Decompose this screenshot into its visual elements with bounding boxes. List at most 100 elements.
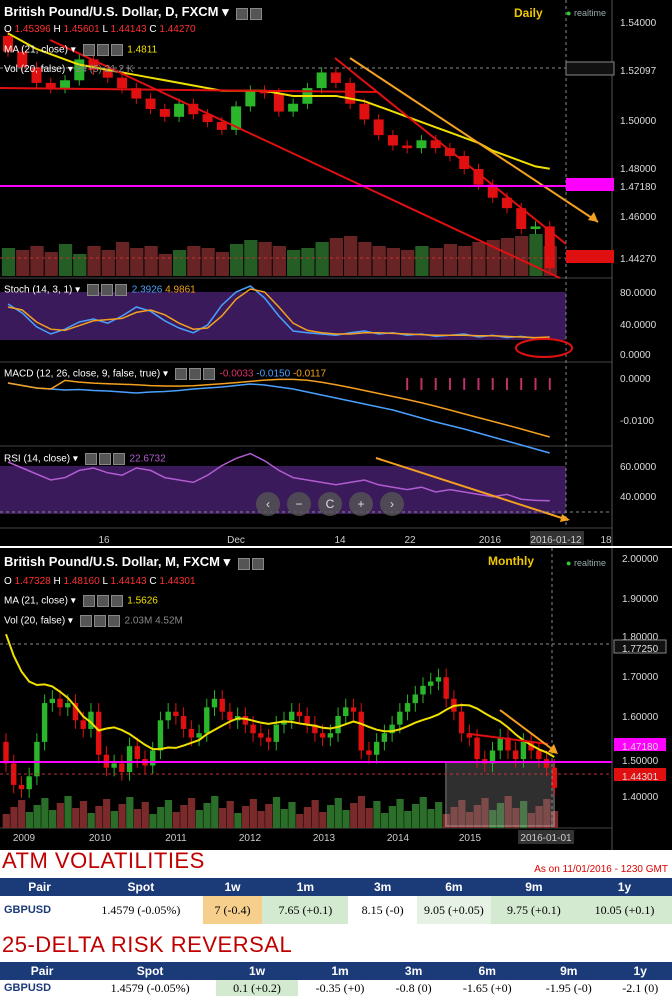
candle-body (119, 763, 125, 772)
stoch-legend[interactable]: Stoch (14, 3, 1) ▾ 2.3926 4.9861 (4, 284, 196, 296)
candle-body (530, 226, 541, 230)
volume-bar (144, 246, 158, 276)
candle-body (227, 711, 233, 721)
candle-body (520, 741, 527, 760)
volume-bar (372, 246, 386, 276)
volume-bar (56, 803, 64, 828)
volume-bar (126, 797, 134, 828)
volume-bar (118, 804, 126, 828)
volume-bar (149, 814, 157, 828)
volume-bar (2, 814, 10, 828)
vol-1y-cell: 10.05 (+0.1) (576, 896, 672, 924)
candle-body (387, 135, 398, 146)
volume-bar (429, 248, 443, 276)
candle-body (543, 759, 550, 768)
volume-bar (64, 796, 72, 828)
zoom-control-icon: › (390, 497, 394, 511)
candle-body (358, 711, 364, 751)
table-header-row: Pair Spot 1w 1m 3m 6m 9m 1y (0, 878, 672, 896)
price-tag-last (566, 250, 614, 263)
candle-body (41, 703, 48, 742)
x-axis-label: Dec (227, 535, 245, 546)
candle-body (65, 703, 71, 708)
volume-bar (344, 236, 358, 276)
candle-body (345, 82, 356, 104)
x-axis-label: 16 (98, 535, 110, 546)
price-axis-label: 1.77250 (622, 644, 659, 655)
price-axis-label: 1.50000 (622, 756, 659, 767)
candle-body (250, 724, 256, 734)
col-header: 9m (529, 962, 609, 980)
volume-bar (187, 798, 196, 828)
daily-vol-legend[interactable]: Vol (20, false) ▾ 24 (5) 21.2 K (4, 64, 134, 75)
x-axis-label: 2011 (165, 833, 187, 844)
col-header: 6m (445, 962, 530, 980)
candle-body (458, 711, 465, 734)
volume-bar (315, 242, 329, 276)
volume-bar (401, 250, 415, 276)
col-header: 3m (348, 878, 417, 896)
volume-bar (249, 799, 257, 828)
rr-9m-cell: -1.95 (-0) (545, 980, 592, 995)
volume-bar (280, 809, 288, 828)
volume-bar (30, 246, 44, 276)
monthly-chart-canvas: 2.000001.900001.800001.772501.700001.600… (0, 548, 672, 850)
volume-bar (303, 807, 312, 828)
volume-bar (396, 799, 404, 828)
monthly-ma-legend[interactable]: MA (21, close) ▾ 1.5626 (4, 595, 158, 607)
monthly-ohlc: O 1.47328 H 1.48160 L 1.44143 C 1.44301 (4, 576, 196, 587)
candle-body (412, 694, 418, 704)
daily-chart-title[interactable]: British Pound/U.S. Dollar, D, FXCM ▾ (4, 4, 264, 20)
x-axis-label: 2012 (239, 833, 262, 844)
vol-9m-cell: 9.75 (+0.1) (490, 896, 577, 924)
x-axis-label: 2013 (313, 833, 336, 844)
price-axis-label: 1.54000 (620, 18, 657, 29)
price-axis-label: 1.52097 (620, 66, 657, 77)
candle-body (273, 724, 279, 742)
zoom-control-icon: C (326, 497, 335, 511)
rr-1m-cell: -0.35 (+0) (315, 980, 365, 995)
candle-body (443, 677, 449, 699)
volume-bar (110, 811, 118, 828)
vol-3m-cell: 8.15 (-0) (361, 902, 404, 917)
candle-body (18, 784, 25, 790)
col-header: 1m (298, 962, 382, 980)
price-axis-label: 1.44270 (620, 254, 657, 265)
volume-bar (411, 804, 420, 828)
macd-legend[interactable]: MACD (12, 26, close, 9, false, true) ▾ -… (4, 368, 326, 380)
as-of-timestamp: As on 11/01/2016 - 1230 GMT (534, 864, 668, 875)
volume-bar (103, 799, 111, 828)
candle-body (512, 750, 519, 760)
candle-body (288, 103, 299, 112)
volume-bar (229, 244, 244, 276)
candle-body (373, 741, 380, 755)
col-header: Spot (79, 878, 203, 896)
volume-bar (95, 806, 103, 828)
candle-body (165, 711, 171, 721)
candle-body (289, 711, 295, 721)
volume-bar (350, 803, 358, 828)
daily-chart: 1.54000 1.52097 1.50000 1.48000 1.47180 1.460… (0, 0, 672, 546)
monthly-chart-title[interactable]: British Pound/U.S. Dollar, M, FXCM ▾ (4, 554, 266, 570)
col-header: 3m (381, 962, 446, 980)
candle-body (34, 741, 40, 777)
volume-bar (296, 814, 304, 828)
x-axis-label: 2010 (89, 833, 112, 844)
monthly-vol-legend[interactable]: Vol (20, false) ▾ 2.03M 4.52M (4, 615, 183, 627)
volume-bar (357, 796, 366, 828)
col-header: 9m (490, 878, 577, 896)
volume-bar (334, 798, 342, 828)
volume-bar (115, 242, 130, 276)
volume-bar (79, 801, 88, 828)
candle-body (402, 145, 413, 149)
volume-bar (373, 801, 381, 828)
macd-axis-label: 0.0000 (620, 374, 651, 385)
candle-body (536, 750, 542, 760)
volume-bar (386, 248, 401, 276)
rsi-legend[interactable]: RSI (14, close) ▾ 22.6732 (4, 453, 166, 465)
daily-ma-legend[interactable]: MA (21, close) ▾ 1.4811 (4, 44, 157, 56)
volume-bar (25, 812, 34, 828)
volume-bar (218, 808, 227, 828)
price-axis-label: 1.44301 (622, 772, 659, 783)
volume-bar (1, 248, 16, 276)
